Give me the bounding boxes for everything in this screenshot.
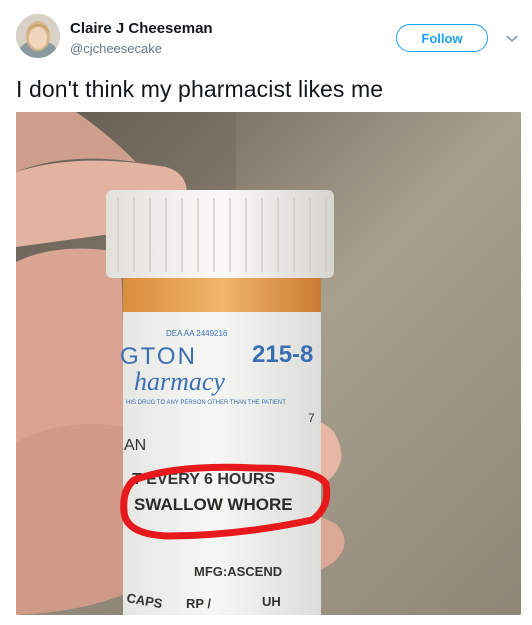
label-text: RP / [186,596,211,611]
label-text: AN [124,437,146,454]
label-text: DEA AA 2449216 [166,329,228,338]
label-text: SWALLOW WHORE [134,495,293,514]
chevron-down-icon[interactable] [504,30,520,46]
label-text: UH [262,594,281,609]
label-text: HIS DRUG TO ANY PERSON OTHER THAN THE PA… [126,400,286,406]
avatar[interactable] [16,14,60,58]
label-text: GTON [120,343,197,370]
author-handle[interactable]: @cjcheesecake [70,41,162,56]
tweet-text: I don't think my pharmacist likes me [16,76,384,102]
tweet-photo[interactable]: DEA AA 2449216 215-8 GTON harmacy HIS DR… [16,112,521,615]
label-text: 7 [308,411,315,425]
author-name[interactable]: Claire J Cheeseman [70,20,213,37]
label-text: 215-8 [252,341,313,368]
label-text: harmacy [134,367,225,396]
label-text: MFG:ASCEND [194,564,282,579]
follow-button[interactable]: Follow [396,24,488,52]
